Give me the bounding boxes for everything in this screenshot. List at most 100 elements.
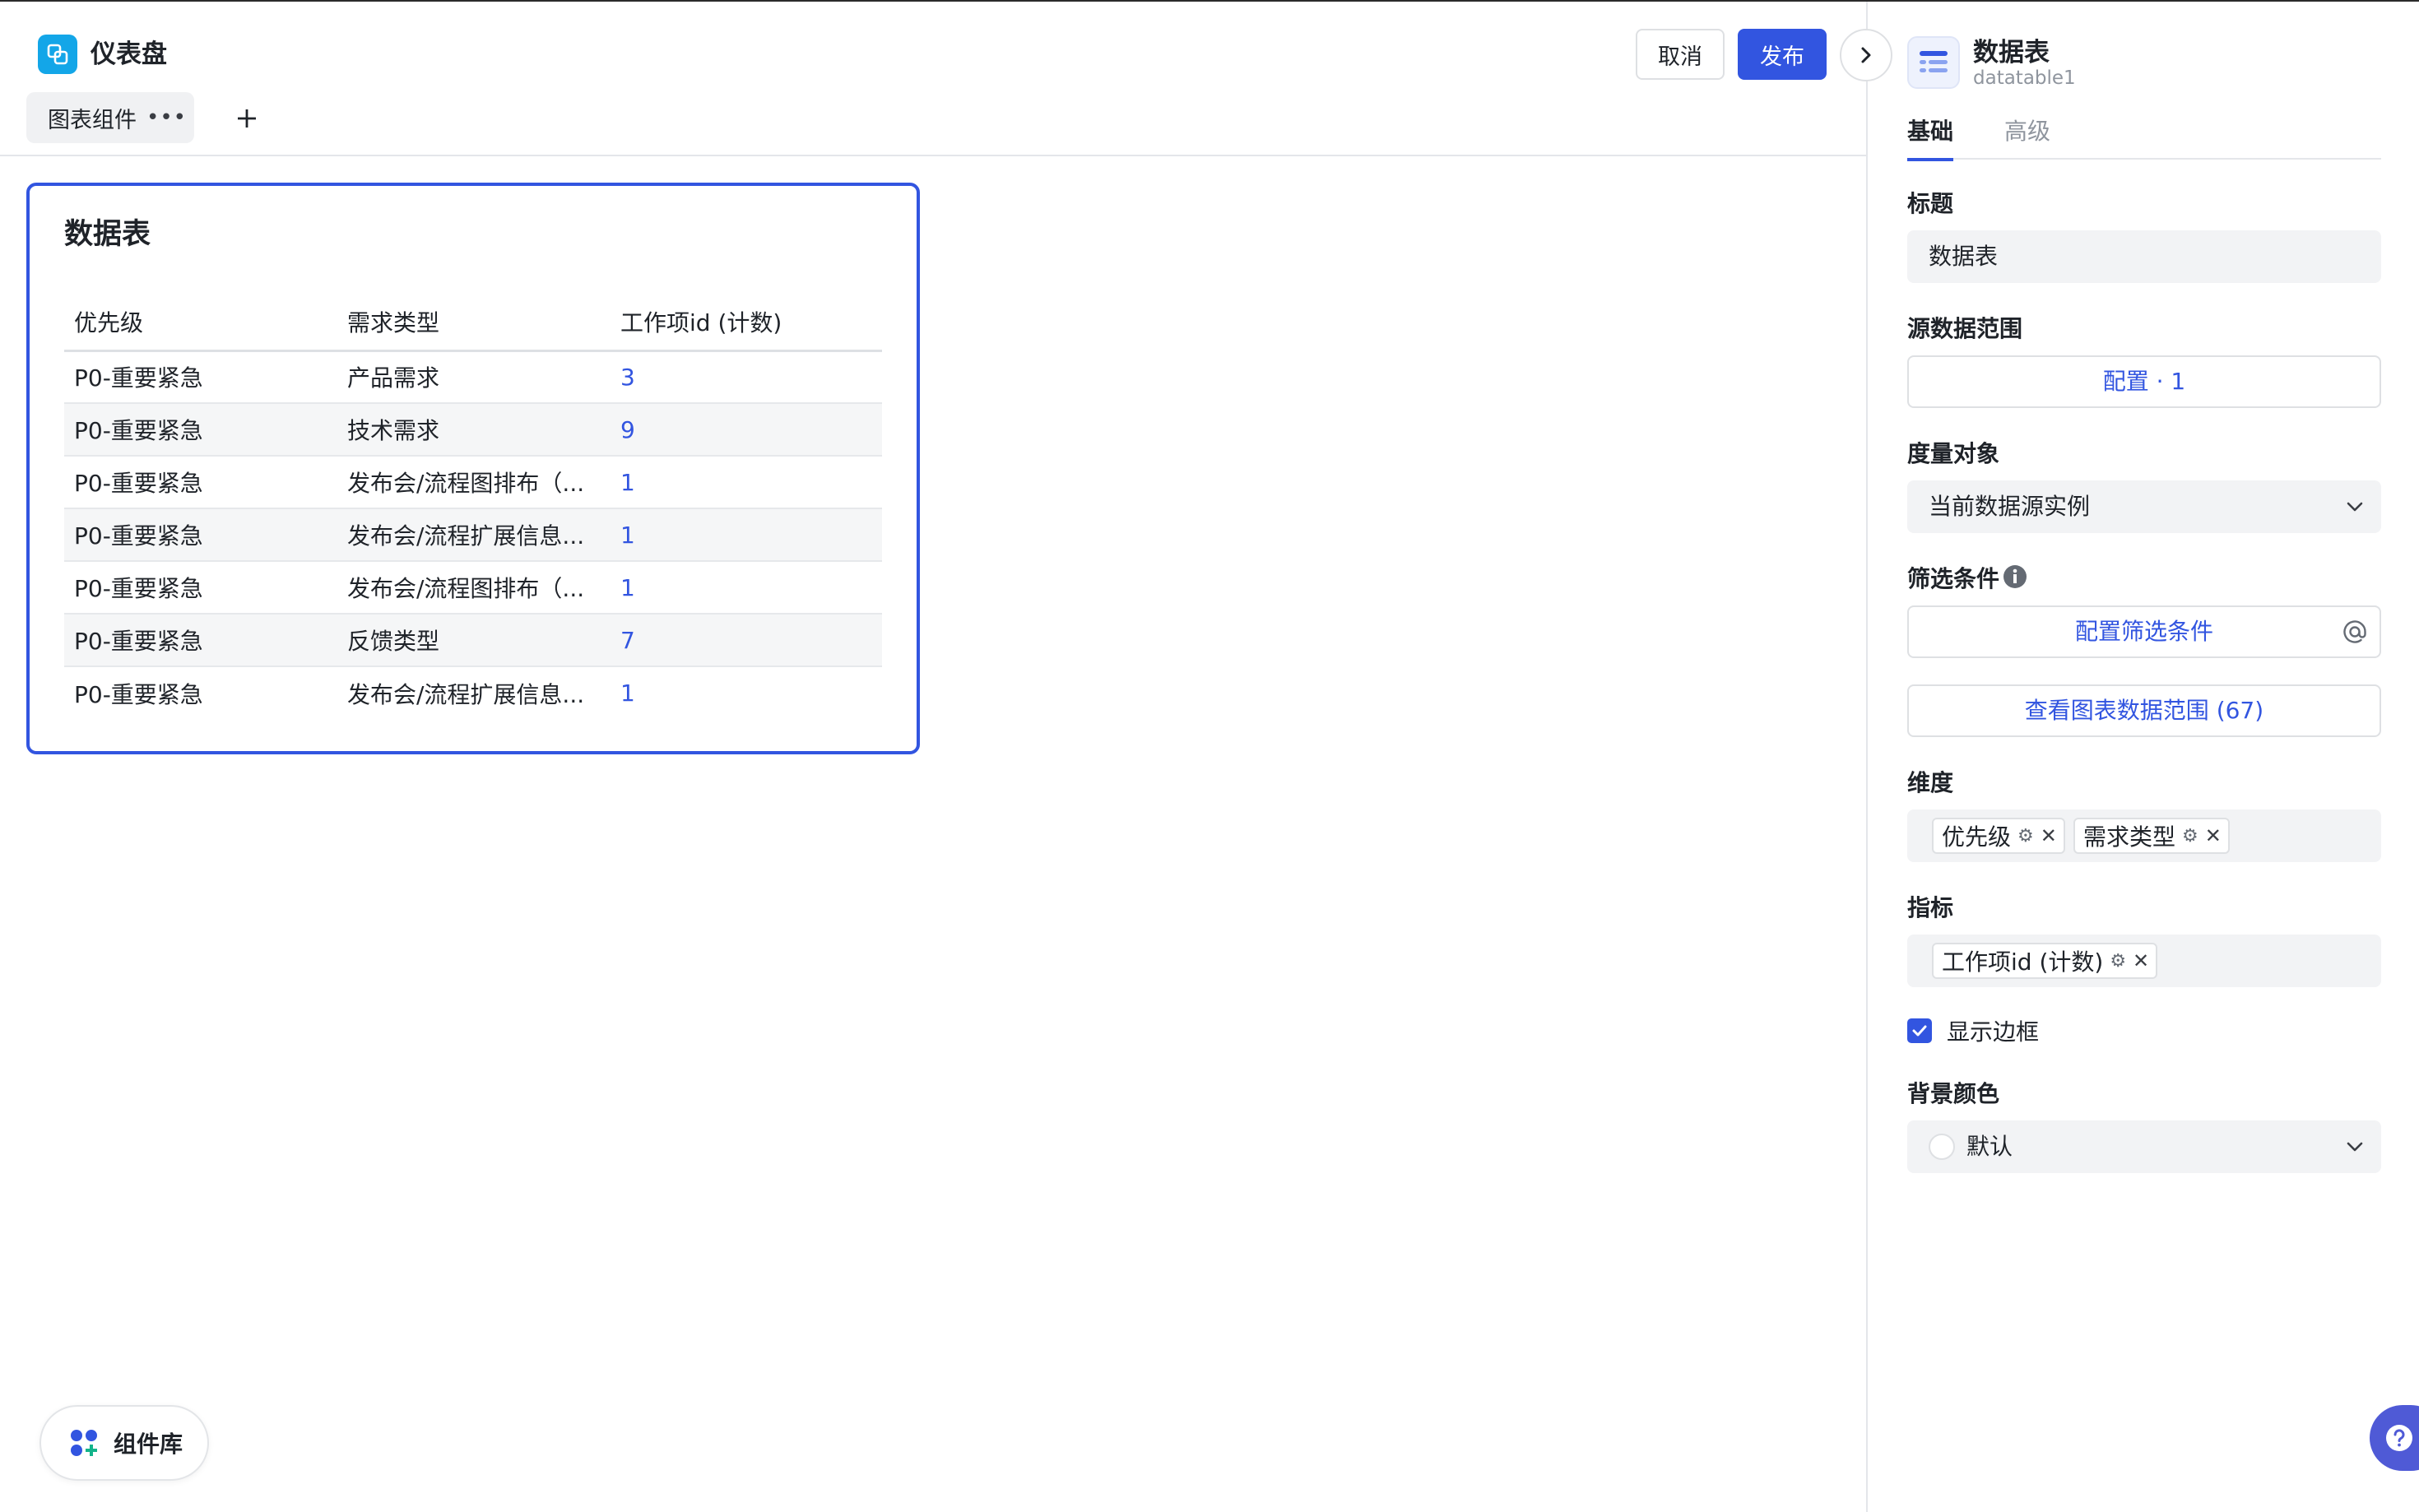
table-cell: 发布会/流程图排布（... bbox=[337, 561, 611, 615]
close-icon[interactable]: ✕ bbox=[2133, 949, 2149, 972]
show-border-checkbox[interactable] bbox=[1907, 1018, 1932, 1043]
dimension-label: 维度 bbox=[1907, 769, 1954, 796]
datatable-widget[interactable]: 数据表 优先级 需求类型 工作项id (计数) P0-重要紧急 产品需求 3 P… bbox=[26, 183, 920, 754]
question-icon bbox=[2386, 1425, 2412, 1451]
dashboard-canvas: 仪表盘 图表组件 ••• 取消 发布 数据表 优先级 需求类型 工作项id (计… bbox=[0, 2, 1866, 1512]
gear-icon[interactable]: ⚙ bbox=[2182, 826, 2198, 846]
tab-advanced[interactable]: 高级 bbox=[2004, 114, 2050, 158]
table-header-row: 优先级 需求类型 工作项id (计数) bbox=[64, 295, 882, 352]
table-row: P0-重要紧急 发布会/流程扩展信息... 1 bbox=[64, 508, 882, 562]
collapse-panel-button[interactable] bbox=[1840, 29, 1892, 81]
close-icon[interactable]: ✕ bbox=[2205, 824, 2222, 847]
measure-object-value: 当前数据源实例 bbox=[1929, 493, 2091, 520]
title-label: 标题 bbox=[1907, 190, 1954, 217]
color-swatch bbox=[1929, 1134, 1955, 1160]
table-row: P0-重要紧急 发布会/流程图排布（... 1 bbox=[64, 561, 882, 615]
table-cell-count[interactable]: 7 bbox=[611, 614, 882, 667]
header-divider bbox=[0, 155, 1866, 156]
component-library-button[interactable]: 组件库 bbox=[39, 1405, 209, 1481]
dimension-tag-priority[interactable]: 优先级 ⚙ ✕ bbox=[1932, 818, 2065, 854]
measure-object-select[interactable]: 当前数据源实例 bbox=[1907, 480, 2381, 533]
table-cell-count[interactable]: 9 bbox=[611, 403, 882, 457]
add-tab-button[interactable] bbox=[222, 94, 272, 143]
configure-source-button[interactable]: 配置 · 1 bbox=[1907, 355, 2381, 408]
dashboard-editor: 仪表盘 图表组件 ••• 取消 发布 数据表 优先级 需求类型 工作项id (计… bbox=[0, 0, 2419, 1512]
table-cell-count[interactable]: 1 bbox=[611, 508, 882, 562]
metric-tag-workitem-count[interactable]: 工作项id (计数) ⚙ ✕ bbox=[1932, 943, 2158, 979]
view-data-range-button[interactable]: 查看图表数据范围 (67) bbox=[1907, 684, 2381, 737]
table-cell-count[interactable]: 1 bbox=[611, 666, 882, 719]
data-table: 优先级 需求类型 工作项id (计数) P0-重要紧急 产品需求 3 P0-重要… bbox=[64, 295, 882, 719]
metric-field[interactable]: 工作项id (计数) ⚙ ✕ bbox=[1907, 935, 2381, 987]
background-color-select[interactable]: 默认 bbox=[1907, 1120, 2381, 1173]
table-cell: 发布会/流程扩展信息... bbox=[347, 680, 585, 708]
background-color-label: 背景颜色 bbox=[1907, 1080, 2000, 1107]
tab-label: 图表组件 bbox=[48, 107, 137, 133]
apps-add-icon bbox=[71, 1430, 97, 1456]
table-cell: 技术需求 bbox=[337, 403, 611, 457]
tab-chart-components[interactable]: 图表组件 ••• bbox=[26, 92, 194, 143]
table-cell: P0-重要紧急 bbox=[64, 614, 337, 667]
table-cell: P0-重要紧急 bbox=[64, 350, 337, 404]
info-icon[interactable] bbox=[2003, 564, 2027, 589]
view-data-range-label: 查看图表数据范围 (67) bbox=[2024, 697, 2264, 724]
cancel-button[interactable]: 取消 bbox=[1636, 29, 1725, 80]
column-header: 工作项id (计数) bbox=[611, 295, 882, 352]
measure-object-label: 度量对象 bbox=[1907, 440, 2000, 467]
table-row: P0-重要紧急 技术需求 9 bbox=[64, 403, 882, 457]
tag-label: 需求类型 bbox=[2083, 823, 2176, 851]
tab-basic[interactable]: 基础 bbox=[1907, 114, 1954, 161]
show-border-label[interactable]: 显示边框 bbox=[1947, 1014, 2039, 1047]
table-row: P0-重要紧急 产品需求 3 bbox=[64, 350, 882, 404]
dimension-field[interactable]: 优先级 ⚙ ✕ 需求类型 ⚙ ✕ bbox=[1907, 809, 2381, 862]
more-icon[interactable]: ••• bbox=[146, 105, 187, 130]
table-cell-count[interactable]: 1 bbox=[611, 561, 882, 615]
component-library-label: 组件库 bbox=[114, 1431, 183, 1458]
gear-icon[interactable]: ⚙ bbox=[2110, 951, 2126, 972]
table-cell: P0-重要紧急 bbox=[74, 680, 203, 708]
datatable-icon bbox=[1907, 36, 1960, 89]
chevron-right-icon bbox=[1861, 47, 1871, 63]
table-cell: P0-重要紧急 bbox=[64, 403, 337, 457]
table-row: P0-重要紧急 发布会/流程图排布（... 1 bbox=[64, 456, 882, 509]
page-title: 仪表盘 bbox=[91, 39, 167, 69]
table-cell: 反馈类型 bbox=[337, 614, 611, 667]
title-input[interactable]: 数据表 bbox=[1907, 230, 2381, 283]
widget-title: 数据表 bbox=[64, 218, 151, 251]
configure-filter-label: 配置筛选条件 bbox=[2074, 618, 2213, 645]
dashboard-logo-icon bbox=[38, 35, 77, 74]
table-cell-count[interactable]: 1 bbox=[611, 456, 882, 509]
chevron-down-icon bbox=[2347, 502, 2363, 512]
configure-filter-button[interactable]: 配置筛选条件 bbox=[1907, 605, 2381, 658]
tag-label: 优先级 bbox=[1942, 823, 2012, 851]
tag-label: 工作项id (计数) bbox=[1942, 948, 2104, 976]
configure-source-label: 配置 · 1 bbox=[2102, 368, 2186, 395]
table-cell: P0-重要紧急 bbox=[64, 456, 337, 509]
table-cell: P0-重要紧急 bbox=[64, 508, 337, 562]
chevron-down-icon bbox=[2347, 1142, 2363, 1152]
plus-icon bbox=[238, 109, 256, 128]
panel-title: 数据表 bbox=[1973, 38, 2050, 67]
checkmark-icon bbox=[1912, 1025, 1927, 1037]
panel-tabs: 基础 高级 bbox=[1907, 114, 2381, 161]
property-panel: 数据表 datatable1 基础 高级 标题 数据表 源数据范围 配置 · 1… bbox=[1866, 2, 2419, 1512]
at-icon[interactable] bbox=[2342, 619, 2368, 645]
source-range-label: 源数据范围 bbox=[1907, 315, 2023, 342]
column-header: 需求类型 bbox=[337, 295, 611, 352]
filter-label: 筛选条件 bbox=[1907, 565, 2000, 592]
gear-icon[interactable]: ⚙ bbox=[2017, 826, 2034, 846]
table-cell: 发布会/流程扩展信息... bbox=[337, 508, 611, 562]
table-cell: 产品需求 bbox=[337, 350, 611, 404]
panel-subtitle: datatable1 bbox=[1973, 67, 2076, 89]
dimension-tag-requirement-type[interactable]: 需求类型 ⚙ ✕ bbox=[2073, 818, 2230, 854]
close-icon[interactable]: ✕ bbox=[2041, 824, 2057, 847]
table-cell: P0-重要紧急 bbox=[64, 561, 337, 615]
column-header: 优先级 bbox=[64, 295, 337, 352]
title-input-value: 数据表 bbox=[1929, 243, 1999, 270]
table-row: P0-重要紧急 发布会/流程扩展信息... 1 bbox=[64, 666, 882, 719]
table-cell-count[interactable]: 3 bbox=[611, 350, 882, 404]
publish-button[interactable]: 发布 bbox=[1738, 29, 1827, 80]
metric-label: 指标 bbox=[1907, 894, 1954, 921]
table-cell: 发布会/流程图排布（... bbox=[337, 456, 611, 509]
table-row: P0-重要紧急 反馈类型 7 bbox=[64, 614, 882, 667]
